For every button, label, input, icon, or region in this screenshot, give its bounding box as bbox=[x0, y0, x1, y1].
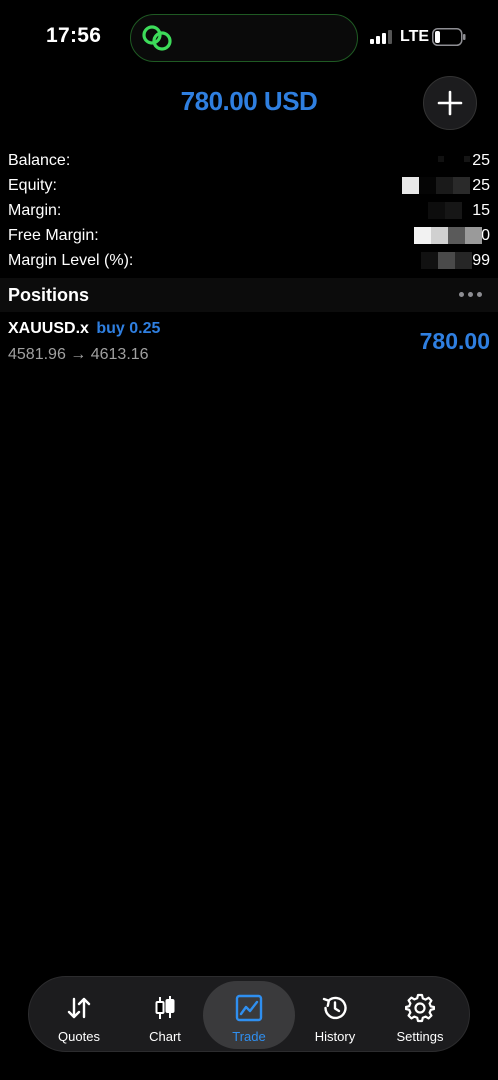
equity-value: 25 bbox=[472, 176, 490, 194]
tab-quotes-label: Quotes bbox=[58, 1029, 100, 1044]
position-prices: 4581.96 → 4613.16 bbox=[8, 346, 149, 363]
signal-icon bbox=[370, 30, 392, 44]
balance-value: 25 bbox=[472, 151, 490, 169]
position-profit: 780.00 bbox=[419, 328, 490, 354]
dynamic-island[interactable] bbox=[130, 14, 358, 62]
tab-quotes[interactable]: Quotes bbox=[33, 981, 125, 1049]
network-type: LTE bbox=[400, 28, 430, 45]
tab-history-label: History bbox=[314, 1029, 356, 1044]
tab-trade[interactable]: Trade bbox=[203, 981, 295, 1049]
redacted-mosaic bbox=[402, 177, 470, 194]
account-summary: Balance: 25 Equity: 25 Margin: 15 Free M… bbox=[0, 148, 498, 273]
margin-row: Margin: 15 bbox=[0, 198, 498, 223]
free-margin-label: Free Margin: bbox=[8, 226, 99, 244]
tab-chart-label: Chart bbox=[149, 1029, 181, 1044]
add-order-button[interactable] bbox=[423, 76, 477, 130]
battery-icon bbox=[432, 28, 466, 46]
margin-label: Margin: bbox=[8, 201, 62, 219]
tab-settings-label: Settings bbox=[396, 1029, 444, 1044]
plus-icon bbox=[437, 90, 463, 116]
arrows-updown-icon bbox=[67, 997, 91, 1019]
position-row[interactable]: XAUUSD.x buy 0.25 4581.96 → 4613.16 780.… bbox=[0, 318, 498, 372]
equity-row: Equity: 25 bbox=[0, 173, 498, 198]
balance-row: Balance: 25 bbox=[0, 148, 498, 173]
redacted-mosaic bbox=[421, 252, 472, 269]
link-icon bbox=[142, 25, 172, 51]
margin-level-value: 99 bbox=[472, 251, 490, 269]
tab-chart[interactable]: Chart bbox=[119, 981, 211, 1049]
tab-settings[interactable]: Settings bbox=[374, 981, 466, 1049]
free-margin-value: 0 bbox=[481, 226, 490, 244]
positions-title: Positions bbox=[8, 284, 90, 305]
candlestick-icon bbox=[155, 996, 175, 1019]
margin-value: 15 bbox=[472, 201, 490, 219]
redacted-mosaic bbox=[414, 227, 482, 244]
equity-label: Equity: bbox=[8, 176, 57, 194]
trend-chart-icon bbox=[235, 994, 263, 1022]
status-time: 17:56 bbox=[46, 24, 102, 47]
free-margin-row: Free Margin: 0 bbox=[0, 223, 498, 248]
redacted-mosaic bbox=[438, 156, 470, 162]
margin-level-row: Margin Level (%): 99 bbox=[0, 248, 498, 273]
bottom-tab-bar: Quotes Chart Trade History Settings bbox=[28, 976, 470, 1052]
positions-header: Positions bbox=[0, 278, 498, 312]
history-icon bbox=[322, 996, 347, 1020]
more-icon[interactable] bbox=[459, 292, 482, 297]
balance-label: Balance: bbox=[8, 151, 71, 169]
tab-history[interactable]: History bbox=[289, 981, 381, 1049]
margin-level-label: Margin Level (%): bbox=[8, 251, 134, 269]
position-symbol-line: XAUUSD.x buy 0.25 bbox=[8, 320, 160, 338]
tab-trade-label: Trade bbox=[232, 1029, 266, 1044]
trade-screen: 17:56 LTE 780.00 USD Balance: 25 Equity:… bbox=[0, 0, 498, 1080]
redacted-mosaic bbox=[428, 202, 462, 219]
position-symbol: XAUUSD.x bbox=[8, 320, 89, 337]
gear-icon bbox=[405, 993, 435, 1023]
position-side: buy 0.25 bbox=[96, 320, 161, 337]
